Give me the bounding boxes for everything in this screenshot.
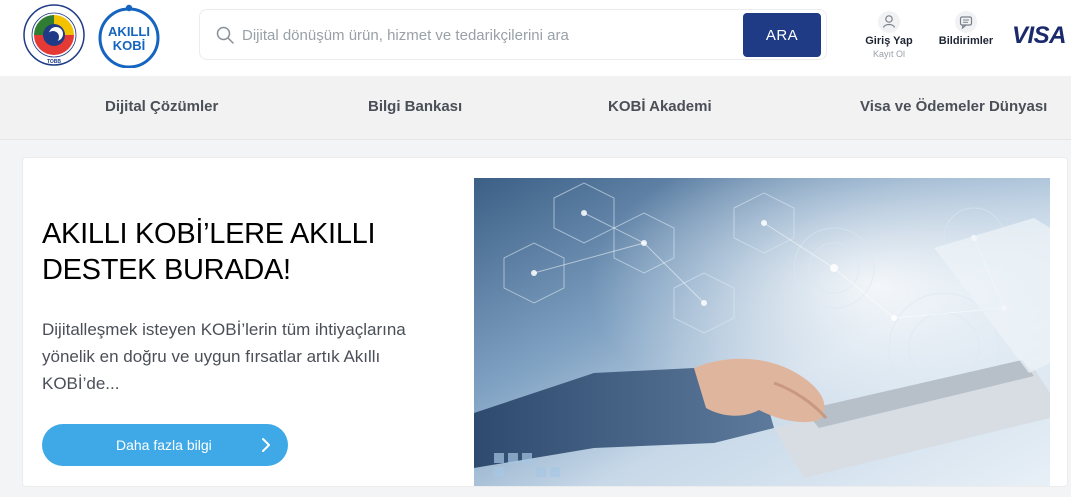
- svg-text:TOBB: TOBB: [47, 59, 61, 65]
- chevron-right-icon: [262, 438, 270, 452]
- chat-bubble-icon: [955, 11, 977, 33]
- more-info-label: Daha fazla bilgi: [116, 437, 212, 453]
- search-icon: [216, 26, 234, 44]
- search-bar: ARA: [199, 9, 827, 60]
- visa-logo[interactable]: VISA: [1012, 22, 1067, 50]
- nav-item-visa-odemeler[interactable]: Visa ve Ödemeler Dünyası: [860, 98, 1047, 115]
- akilli-kobi-logo[interactable]: AKILLI KOBİ: [96, 4, 162, 68]
- nav-item-dijital-cozumler[interactable]: Dijital Çözümler: [105, 98, 218, 115]
- site-header: TOBB AKILLI KOBİ ARA Giriş Yap Kayıt Ol: [0, 0, 1071, 76]
- register-link[interactable]: Kayıt Ol: [860, 49, 918, 59]
- nav-item-kobi-akademi[interactable]: KOBİ Akademi: [608, 98, 712, 115]
- hero-image: [474, 178, 1050, 486]
- hero-description: Dijitalleşmek isteyen KOBİ’lerin tüm iht…: [42, 320, 406, 393]
- login-label[interactable]: Giriş Yap: [860, 35, 918, 47]
- svg-text:KOBİ: KOBİ: [113, 38, 146, 53]
- hero-title: AKILLI KOBİ’LERE AKILLI DESTEK BURADA!: [42, 218, 376, 286]
- login-button[interactable]: Giriş Yap Kayıt Ol: [860, 10, 918, 59]
- more-info-button[interactable]: Daha fazla bilgi: [42, 424, 288, 466]
- main-nav: Dijital Çözümler Bilgi Bankası KOBİ Akad…: [0, 76, 1071, 140]
- tobb-logo[interactable]: TOBB: [22, 3, 86, 67]
- notifications-label[interactable]: Bildirimler: [934, 35, 998, 47]
- notifications-button[interactable]: Bildirimler: [934, 10, 998, 47]
- user-icon: [878, 11, 900, 33]
- search-input[interactable]: [242, 22, 732, 48]
- nav-item-bilgi-bankasi[interactable]: Bilgi Bankası: [368, 98, 462, 115]
- svg-text:AKILLI: AKILLI: [108, 24, 150, 39]
- search-button[interactable]: ARA: [743, 13, 821, 57]
- hero-banner: AKILLI KOBİ’LERE AKILLI DESTEK BURADA! D…: [22, 157, 1068, 487]
